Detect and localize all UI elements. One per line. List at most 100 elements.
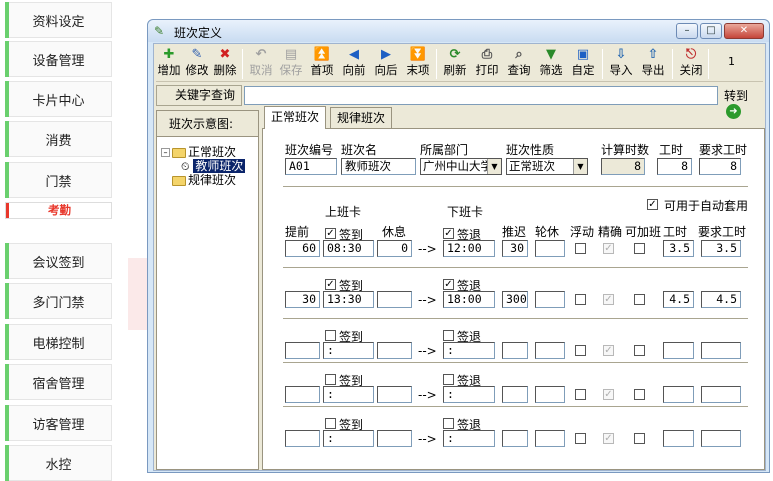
checkout-checkbox[interactable] (443, 330, 454, 341)
nav-item-dorm[interactable]: 宿舍管理 (5, 364, 112, 400)
prev-button[interactable]: ◀ 向前 (341, 47, 367, 78)
checkin-checkbox[interactable] (325, 374, 336, 385)
query-button[interactable]: ⌕ 查询 (506, 47, 532, 78)
on-time-input[interactable]: : (323, 386, 374, 403)
float-checkbox[interactable] (575, 294, 586, 305)
row-req-input[interactable] (701, 430, 741, 447)
off-rotation-input[interactable] (535, 240, 565, 257)
refresh-button[interactable]: ⟳ 刷新 (442, 47, 468, 78)
search-input[interactable] (244, 86, 718, 105)
delay-input[interactable] (502, 386, 528, 403)
tree-node-regular[interactable]: 规律班次 (172, 171, 236, 188)
print-button[interactable]: ⎙ 打印 (474, 47, 500, 78)
on-time-input[interactable]: : (323, 430, 374, 447)
export-button[interactable]: ⇧ 导出 (640, 47, 666, 78)
on-time-input[interactable]: 13:30 (323, 291, 374, 308)
nav-item-visitor[interactable]: 访客管理 (5, 405, 112, 441)
checkout-checkbox[interactable] (443, 418, 454, 429)
rest-input[interactable] (377, 291, 412, 308)
checkout-checkbox[interactable]: ✓ (443, 279, 454, 290)
off-time-input[interactable]: 12:00 (443, 240, 495, 257)
checkin-checkbox[interactable] (325, 418, 336, 429)
nav-item-card[interactable]: 卡片中心 (5, 81, 112, 117)
off-time-input[interactable]: 18:00 (443, 291, 495, 308)
nav-item-access[interactable]: 门禁 (5, 162, 112, 198)
on-time-input[interactable]: : (323, 342, 374, 359)
tab-normal-shift[interactable]: 正常班次 (264, 106, 327, 129)
rest-input[interactable] (377, 430, 412, 447)
filter-button[interactable]: ▼ 筛选 (538, 47, 564, 78)
float-checkbox[interactable] (575, 345, 586, 356)
nav-item-elevator[interactable]: 电梯控制 (5, 324, 112, 360)
nav-item-consume[interactable]: 消费 (5, 121, 112, 157)
rest-input[interactable]: 0 (377, 240, 412, 257)
overtime-checkbox[interactable] (634, 389, 645, 400)
rest-input[interactable] (377, 386, 412, 403)
nav-item-data-settings[interactable]: 资料设定 (5, 2, 112, 38)
cancel-button[interactable]: ↶ 取消 (248, 47, 274, 78)
overtime-checkbox[interactable] (634, 243, 645, 254)
off-rotation-input[interactable] (535, 342, 565, 359)
row-hours-input[interactable]: 4.5 (663, 291, 694, 308)
req-hours-input[interactable]: 8 (699, 158, 741, 175)
overtime-checkbox[interactable] (634, 294, 645, 305)
code-input[interactable]: A01 (285, 158, 337, 175)
row-req-input[interactable] (701, 342, 741, 359)
custom-button[interactable]: ▣ 自定 (570, 47, 596, 78)
nav-item-multidoor[interactable]: 多门门禁 (5, 283, 112, 319)
off-time-input[interactable]: : (443, 342, 495, 359)
checkin-checkbox[interactable]: ✓ (325, 279, 336, 290)
checkin-checkbox[interactable]: ✓ (325, 228, 336, 239)
overtime-checkbox[interactable] (634, 345, 645, 356)
float-checkbox[interactable] (575, 433, 586, 444)
early-input[interactable]: 30 (285, 291, 320, 308)
add-button[interactable]: ✚ 增加 (156, 47, 182, 78)
float-checkbox[interactable] (575, 389, 586, 400)
row-hours-input[interactable] (663, 342, 694, 359)
float-checkbox[interactable] (575, 243, 586, 254)
dept-select[interactable]: 广州中山大学 ▼ (420, 158, 502, 175)
last-button[interactable]: ⏬ 末项 (405, 47, 431, 78)
name-input[interactable]: 教师班次 (341, 158, 416, 175)
row-hours-input[interactable] (663, 430, 694, 447)
checkout-checkbox[interactable] (443, 374, 454, 385)
auto-apply-checkbox[interactable]: ✓ (647, 199, 658, 210)
maximize-button[interactable]: □ (700, 23, 722, 39)
close-button[interactable]: ⎋ 关闭 (678, 47, 704, 78)
close-window-button[interactable]: ✕ (724, 23, 764, 39)
edit-button[interactable]: ✎ 修改 (184, 47, 210, 78)
nav-item-water[interactable]: 水控 (5, 445, 112, 481)
row-req-input[interactable] (701, 386, 741, 403)
row-req-input[interactable]: 4.5 (701, 291, 741, 308)
save-button[interactable]: ▤ 保存 (278, 47, 304, 78)
delay-input[interactable]: 300 (502, 291, 528, 308)
tab-regular-shift[interactable]: 规律班次 (330, 107, 393, 128)
off-rotation-input[interactable] (535, 430, 565, 447)
nav-item-device[interactable]: 设备管理 (5, 41, 112, 77)
early-input[interactable] (285, 342, 320, 359)
row-req-input[interactable]: 3.5 (701, 240, 741, 257)
first-button[interactable]: ⏫ 首项 (309, 47, 335, 78)
on-time-input[interactable]: 08:30 (323, 240, 374, 257)
row-hours-input[interactable]: 3.5 (663, 240, 694, 257)
off-time-input[interactable]: : (443, 386, 495, 403)
title-bar[interactable]: ✎ 班次定义 – □ ✕ (148, 20, 769, 42)
delay-input[interactable]: 30 (502, 240, 528, 257)
off-time-input[interactable]: : (443, 430, 495, 447)
import-button[interactable]: ⇩ 导入 (608, 47, 634, 78)
collapse-icon[interactable]: – (161, 148, 170, 157)
minimize-button[interactable]: – (676, 23, 698, 39)
off-rotation-input[interactable] (535, 291, 565, 308)
early-input[interactable]: 60 (285, 240, 320, 257)
row-hours-input[interactable] (663, 386, 694, 403)
overtime-checkbox[interactable] (634, 433, 645, 444)
early-input[interactable] (285, 386, 320, 403)
delay-input[interactable] (502, 430, 528, 447)
type-select[interactable]: 正常班次 ▼ (506, 158, 588, 175)
nav-item-attendance[interactable]: 考勤 (5, 202, 112, 219)
rest-input[interactable] (377, 342, 412, 359)
early-input[interactable] (285, 430, 320, 447)
delay-input[interactable] (502, 342, 528, 359)
delete-button[interactable]: ✖ 删除 (212, 47, 238, 78)
off-rotation-input[interactable] (535, 386, 565, 403)
